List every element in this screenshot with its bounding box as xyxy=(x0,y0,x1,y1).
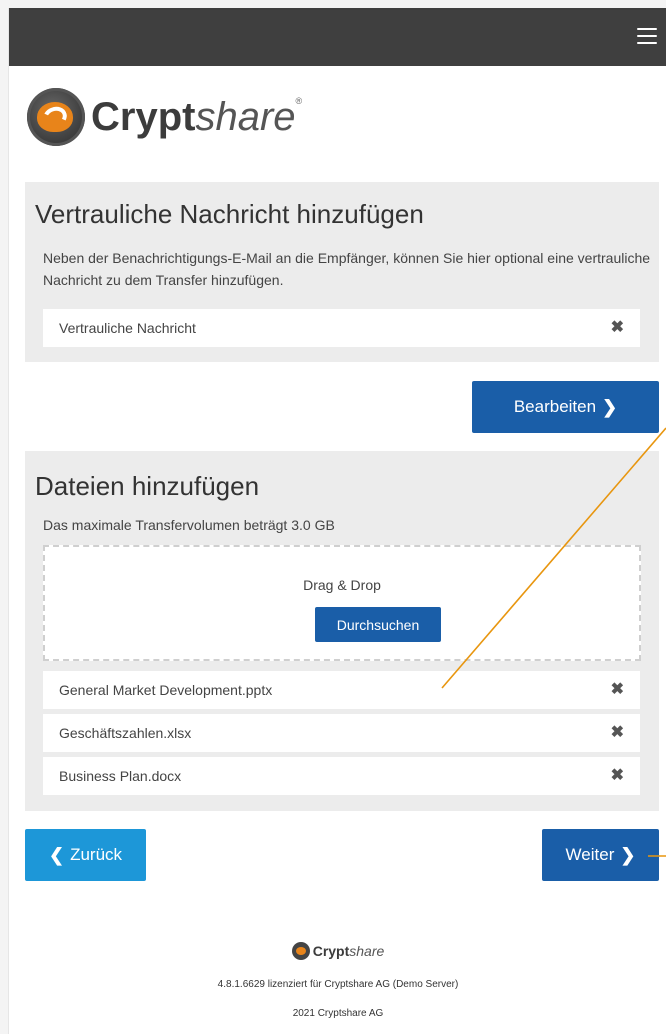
cryptshare-logo: Cryptshare® xyxy=(27,88,302,146)
confidential-message-item[interactable]: Vertrauliche Nachricht ✖ xyxy=(43,309,640,347)
top-bar xyxy=(9,8,666,66)
file-name: Business Plan.docx xyxy=(59,768,182,784)
app-frame: Cryptshare® Vertrauliche Nachricht hinzu… xyxy=(8,8,666,1034)
drag-drop-label: Drag & Drop xyxy=(303,577,381,593)
edit-button-label: Bearbeiten xyxy=(513,397,597,416)
message-section-title: Vertrauliche Nachricht hinzufügen xyxy=(35,199,424,229)
footer-logo: Cryptshare xyxy=(9,942,666,965)
chevron-left-icon: ❮ xyxy=(48,844,65,865)
chevron-right-icon: ❯ xyxy=(620,844,636,865)
footer-logo-bold: Crypt xyxy=(312,943,350,959)
logo-wordmark: Cryptshare® xyxy=(91,95,303,139)
cryptshare-logo-icon xyxy=(27,88,85,146)
remove-file-icon[interactable]: ✖ xyxy=(611,671,624,709)
logo-text-bold: Crypt xyxy=(91,95,196,139)
back-button-label: Zurück xyxy=(70,845,123,864)
file-item: Geschäftszahlen.xlsx ✖ xyxy=(43,714,640,752)
file-item: Business Plan.docx ✖ xyxy=(43,757,640,795)
hamburger-menu-icon[interactable] xyxy=(637,28,657,44)
remove-file-icon[interactable]: ✖ xyxy=(611,714,624,752)
file-name: General Market Development.pptx xyxy=(59,682,273,698)
license-text: 4.8.1.6629 lizenziert für Cryptshare AG … xyxy=(217,979,459,990)
transfer-limit-text: Das maximale Transfervolumen beträgt 3.0… xyxy=(43,517,335,533)
file-item: General Market Development.pptx ✖ xyxy=(43,671,640,709)
drop-zone[interactable]: Drag & Drop Durchsuchen xyxy=(43,545,641,661)
cryptshare-small-logo-icon xyxy=(291,942,310,960)
logo-registered-mark: ® xyxy=(295,96,303,106)
browse-button[interactable]: Durchsuchen xyxy=(315,607,441,642)
chevron-right-icon: ❯ xyxy=(602,396,618,417)
footer-logo-light: share xyxy=(349,943,385,959)
next-button-label: Weiter xyxy=(565,845,615,864)
edit-button[interactable]: Bearbeiten ❯ xyxy=(472,381,659,433)
next-button[interactable]: Weiter ❯ xyxy=(542,829,659,881)
remove-message-icon[interactable]: ✖ xyxy=(611,309,624,347)
back-button[interactable]: ❮ Zurück xyxy=(25,829,146,881)
files-section-title: Dateien hinzufügen xyxy=(35,471,260,501)
message-section-description: Neben der Benachrichtigungs-E-Mail an di… xyxy=(43,250,651,288)
confidential-message-label: Vertrauliche Nachricht xyxy=(59,320,196,336)
file-name: Geschäftszahlen.xlsx xyxy=(59,725,192,741)
message-section: Vertrauliche Nachricht hinzufügen Neben … xyxy=(25,182,659,362)
logo-text-light: share xyxy=(195,95,296,139)
remove-file-icon[interactable]: ✖ xyxy=(611,757,624,795)
copyright-text: 2021 Cryptshare AG xyxy=(292,1008,384,1019)
